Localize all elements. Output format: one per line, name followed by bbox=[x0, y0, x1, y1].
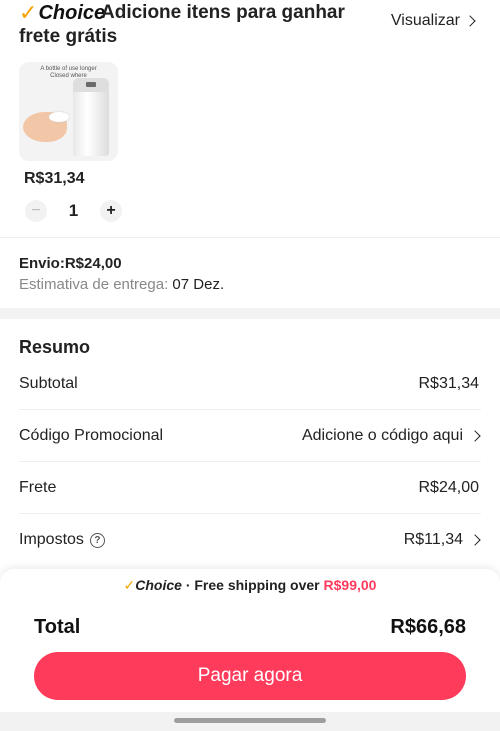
promo-code-action[interactable]: Adicione o código aqui bbox=[301, 427, 481, 445]
delivery-estimate-label: Estimativa de entrega: bbox=[19, 276, 169, 293]
product-image-caption: A bottle of use longer bbox=[40, 66, 97, 72]
delivery-estimate: Estimativa de entrega: 07 Dez. bbox=[19, 276, 224, 293]
soap-dispenser-illustration bbox=[73, 78, 109, 156]
taxes-label-group: Impostos ? bbox=[19, 531, 105, 549]
promo-code-action-label: Adicione o código aqui bbox=[301, 427, 463, 444]
shipping-label: Frete bbox=[19, 479, 57, 496]
summary-title: Resumo bbox=[19, 337, 91, 357]
chevron-right-icon bbox=[464, 15, 476, 27]
foam-illustration bbox=[49, 112, 69, 122]
decrease-quantity-button[interactable]: − bbox=[25, 200, 47, 222]
chevron-right-icon bbox=[469, 430, 481, 442]
choice-label: Choice bbox=[135, 577, 182, 593]
shipping-cost: Envio:R$24,00 bbox=[19, 255, 122, 272]
total-value: R$66,68 bbox=[390, 616, 466, 638]
home-indicator[interactable] bbox=[174, 718, 326, 723]
pay-now-button[interactable]: Pagar agora bbox=[34, 652, 466, 700]
checkout-footer: ✓Choice · Free shipping over R$99,00 Tot… bbox=[0, 569, 500, 731]
increase-quantity-button[interactable]: + bbox=[100, 200, 122, 222]
view-link[interactable]: Visualizar bbox=[390, 12, 476, 30]
product-image[interactable]: A bottle of use longer Closed where bbox=[19, 62, 118, 161]
summary-row-taxes[interactable]: Impostos ? R$11,34 bbox=[19, 514, 481, 566]
summary-row-promo-code[interactable]: Código Promocional Adicione o código aqu… bbox=[19, 410, 481, 462]
quantity-stepper: − 1 + bbox=[25, 199, 122, 223]
quantity-value: 1 bbox=[68, 201, 79, 220]
free-shipping-hint-text: Adicione itens para ganhar frete grátis bbox=[19, 2, 345, 47]
taxes-label: Impostos bbox=[19, 531, 84, 548]
view-link-label: Visualizar bbox=[390, 12, 460, 29]
taxes-value-group: R$11,34 bbox=[403, 531, 481, 549]
checkmark-icon: ✓ bbox=[123, 577, 136, 593]
summary-row-shipping: Frete R$24,00 bbox=[19, 462, 479, 514]
promo-code-label: Código Promocional bbox=[19, 427, 164, 444]
help-icon[interactable]: ? bbox=[89, 532, 105, 548]
promo-amount: R$99,00 bbox=[323, 577, 377, 593]
subtotal-label: Subtotal bbox=[19, 375, 78, 392]
promo-text: · Free shipping over bbox=[185, 577, 320, 593]
subtotal-value: R$31,34 bbox=[418, 375, 480, 392]
section-separator bbox=[0, 308, 500, 319]
summary-row-subtotal: Subtotal R$31,34 bbox=[19, 358, 479, 410]
chevron-right-icon bbox=[469, 534, 481, 546]
taxes-value: R$11,34 bbox=[403, 531, 463, 548]
divider bbox=[0, 237, 500, 238]
free-shipping-hint: Adicione itens para ganhar frete grátis bbox=[19, 1, 389, 49]
delivery-estimate-date: 07 Dez. bbox=[172, 276, 225, 293]
product-price: R$31,34 bbox=[24, 170, 85, 187]
total-label: Total bbox=[34, 616, 81, 638]
shipping-value: R$24,00 bbox=[418, 479, 480, 496]
cart-header: ✓ Choice Adicione itens para ganhar fret… bbox=[0, 0, 500, 56]
free-shipping-promo: ✓Choice · Free shipping over R$99,00 bbox=[0, 577, 500, 594]
